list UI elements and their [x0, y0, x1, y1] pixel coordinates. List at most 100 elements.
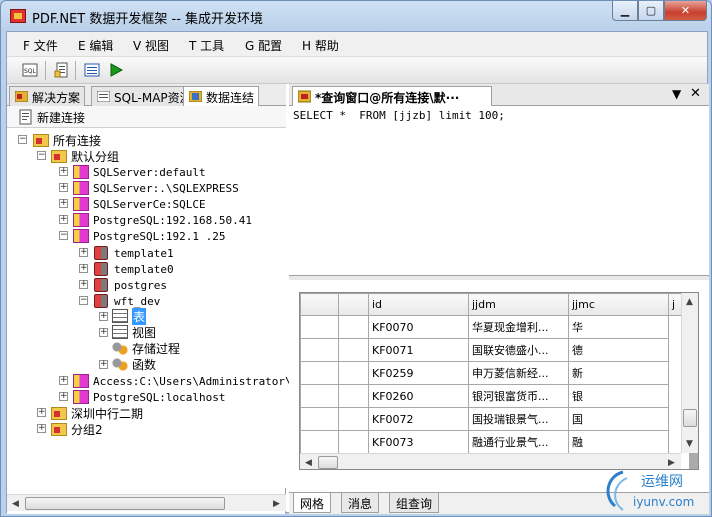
grid-header-row[interactable]: id jjdm jjmc j: [300, 293, 689, 316]
row-header-cell[interactable]: [300, 430, 339, 454]
grid-cell: 国: [568, 407, 669, 431]
table-row[interactable]: KF0260 银河银富货币... 银: [300, 384, 689, 408]
tree-node-database[interactable]: wft_dev: [94, 293, 160, 309]
menu-view[interactable]: V 视图: [133, 37, 169, 54]
collapse-toggle[interactable]: −: [79, 296, 88, 305]
database-cylinder-icon: [94, 278, 108, 292]
left-panel: 解决方案 SQL-MAP资源 数据连结 新建连接 − 所有连接 − 默认分组 +…: [7, 84, 305, 514]
tree-node-functions[interactable]: 函数: [112, 356, 156, 372]
expand-toggle[interactable]: +: [59, 167, 68, 176]
expand-toggle[interactable]: +: [59, 215, 68, 224]
tree-node-connection[interactable]: Access:C:\Users\Administrator\Do: [73, 373, 305, 389]
expand-toggle[interactable]: +: [37, 424, 46, 433]
tree-node-label: 默认分组: [71, 149, 120, 164]
sql-text[interactable]: SELECT * FROM [jjzb] limit 100;: [293, 109, 505, 122]
tree-node-database[interactable]: template0: [94, 261, 174, 277]
grid-cell: KF0072: [368, 407, 469, 431]
tab-grid[interactable]: 网格: [293, 493, 332, 513]
row-header-cell[interactable]: [300, 361, 339, 385]
scroll-thumb[interactable]: [25, 497, 225, 510]
table-row[interactable]: KF0072 国投瑞银景气... 国: [300, 407, 689, 431]
menu-edit[interactable]: E 编辑: [78, 37, 113, 54]
expand-toggle[interactable]: +: [79, 280, 88, 289]
tab-list-dropdown-icon[interactable]: ▼: [672, 87, 681, 101]
row-header-cell[interactable]: [300, 293, 339, 316]
row-header-cell[interactable]: [300, 407, 339, 431]
minimize-button[interactable]: ▁: [612, 1, 638, 21]
close-button[interactable]: ✕: [664, 1, 707, 21]
scroll-down-icon[interactable]: ▼: [682, 436, 697, 451]
collapse-toggle[interactable]: −: [18, 135, 27, 144]
collapse-toggle[interactable]: −: [37, 151, 46, 160]
tree-node-connection[interactable]: SQLServer:default: [73, 164, 206, 180]
scroll-up-icon[interactable]: ▲: [682, 294, 697, 309]
scroll-left-icon[interactable]: ◀: [8, 496, 23, 511]
tree-node-procedures[interactable]: 存储过程: [112, 340, 180, 356]
expand-toggle[interactable]: +: [79, 248, 88, 257]
collapse-toggle[interactable]: −: [59, 231, 68, 240]
list-icon[interactable]: [83, 61, 101, 79]
tab-sqlmap[interactable]: SQL-MAP资源: [91, 86, 197, 106]
tab-data-connection[interactable]: 数据连结: [183, 86, 260, 107]
sql-icon[interactable]: SQL: [21, 61, 39, 79]
scroll-right-icon[interactable]: ▶: [269, 496, 284, 511]
row-header-cell[interactable]: [300, 315, 339, 339]
splitter[interactable]: [289, 276, 709, 280]
document-icon[interactable]: [53, 61, 71, 79]
tree-node-database[interactable]: postgres: [94, 277, 167, 293]
tab-sqlmap-label: SQL-MAP资源: [114, 91, 192, 105]
tree-node-connection[interactable]: PostgreSQL:192.1 .25: [73, 228, 225, 244]
expand-toggle[interactable]: +: [99, 360, 108, 369]
results-grid[interactable]: id jjdm jjmc j KF0070 华夏现金增利... 华 KF0071 国联安德盛小.…: [299, 292, 699, 470]
tree-node-group[interactable]: 深圳中行二期: [51, 405, 143, 421]
tree-horizontal-scrollbar[interactable]: ◀ ▶: [7, 494, 286, 511]
tab-close-icon[interactable]: ✕: [690, 86, 701, 101]
table-row[interactable]: KF0259 申万菱信新经... 新: [300, 361, 689, 385]
tree-node-default-group[interactable]: 默认分组: [51, 148, 119, 164]
tree-node-connection[interactable]: PostgreSQL:192.168.50.41: [73, 212, 252, 228]
tab-query-window[interactable]: *查询窗口@所有连接\默···: [292, 86, 492, 106]
tab-messages[interactable]: 消息: [341, 493, 380, 513]
tree-node-group[interactable]: 分组2: [51, 421, 103, 437]
tree-node-label: SQLServerCe:SQLCE: [93, 197, 206, 211]
expand-toggle[interactable]: +: [59, 199, 68, 208]
sql-editor[interactable]: SELECT * FROM [jjzb] limit 100;: [289, 106, 709, 276]
new-connection-button[interactable]: 新建连接: [7, 106, 286, 128]
expand-toggle[interactable]: +: [99, 312, 108, 321]
tree-node-root[interactable]: 所有连接: [33, 132, 101, 148]
tree-node-connection[interactable]: PostgreSQL:localhost: [73, 389, 225, 405]
title-bar[interactable]: PDF.NET 数据开发框架 -- 集成开发环境 ▁ ▢ ✕: [1, 1, 711, 31]
expand-toggle[interactable]: +: [59, 183, 68, 192]
scroll-left-icon[interactable]: ◀: [301, 455, 316, 469]
tree-node-tables[interactable]: 表: [112, 307, 147, 325]
grid-cell: 德: [568, 338, 669, 362]
tab-group-query[interactable]: 组查询: [389, 493, 440, 513]
tree-node-database[interactable]: template1: [94, 245, 174, 261]
grid-vertical-scrollbar[interactable]: ▲ ▼: [681, 293, 698, 453]
expand-toggle[interactable]: +: [99, 328, 108, 337]
expand-toggle[interactable]: +: [59, 376, 68, 385]
menu-config[interactable]: G 配置: [245, 37, 282, 54]
expand-toggle[interactable]: +: [37, 408, 46, 417]
table-row[interactable]: KF0070 华夏现金增利... 华: [300, 315, 689, 339]
tab-solution[interactable]: 解决方案: [9, 86, 86, 106]
table-row[interactable]: KF0073 融通行业景气... 融: [300, 430, 689, 454]
tree-node-connection[interactable]: SQLServer:.\SQLEXPRESS: [73, 180, 239, 196]
expand-toggle[interactable]: +: [79, 264, 88, 273]
row-header-cell[interactable]: [300, 338, 339, 362]
tree-node-views[interactable]: 视图: [112, 324, 156, 340]
query-window-icon: [298, 90, 311, 103]
scroll-thumb[interactable]: [318, 456, 338, 469]
maximize-button[interactable]: ▢: [638, 1, 664, 21]
tree-node-connection[interactable]: SQLServerCe:SQLCE: [73, 196, 206, 212]
menu-file[interactable]: F 文件: [23, 37, 58, 54]
table-row[interactable]: KF0071 国联安德盛小... 德: [300, 338, 689, 362]
tree-node-label: SQLServer:default: [93, 165, 206, 179]
menu-help[interactable]: H 帮助: [302, 37, 339, 54]
run-icon[interactable]: [107, 61, 125, 79]
database-icon: [73, 213, 89, 227]
menu-tools[interactable]: T 工具: [189, 37, 224, 54]
expand-toggle[interactable]: +: [59, 392, 68, 401]
scroll-thumb[interactable]: [683, 409, 697, 427]
row-header-cell[interactable]: [300, 384, 339, 408]
